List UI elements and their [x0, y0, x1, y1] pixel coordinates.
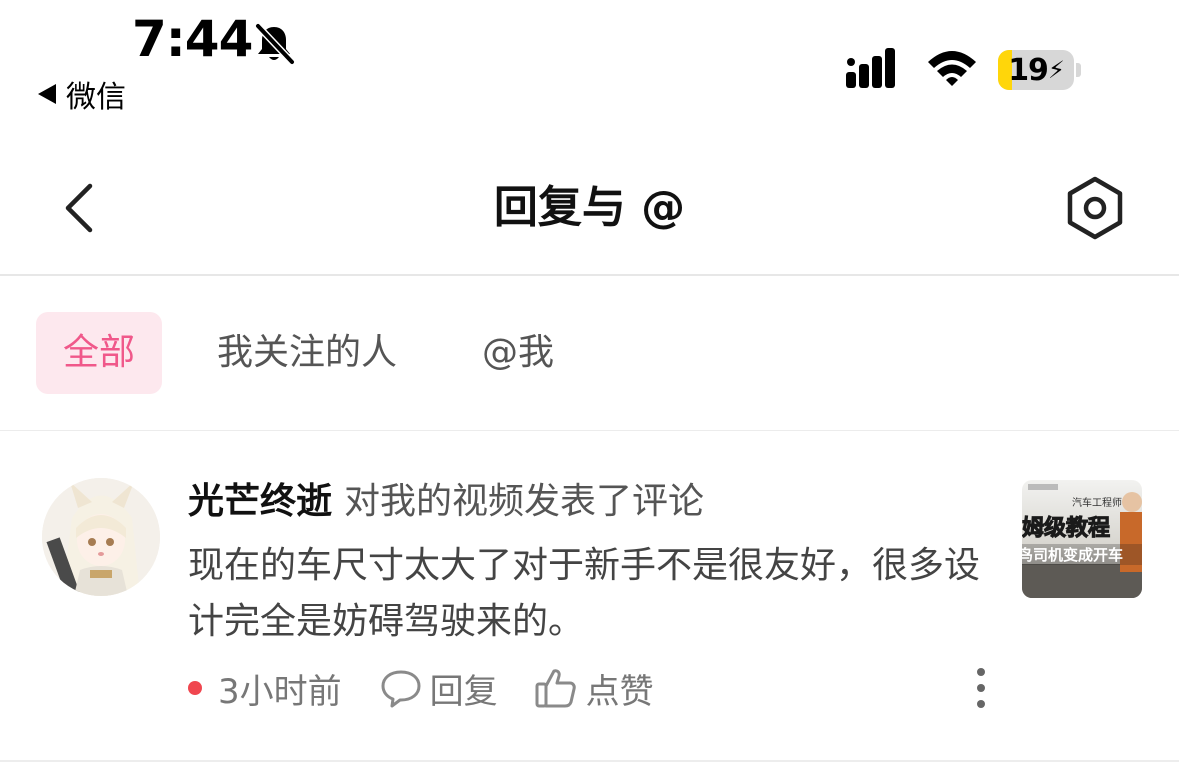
- back-to-app[interactable]: 微信: [38, 72, 126, 116]
- avatar[interactable]: [42, 478, 160, 596]
- settings-button[interactable]: [1064, 176, 1126, 240]
- nav-divider: [0, 274, 1179, 276]
- notification-action: 对我的视频发表了评论: [344, 481, 705, 522]
- unread-dot: [188, 681, 202, 695]
- more-options-button[interactable]: [968, 666, 994, 710]
- reply-button[interactable]: 回复: [380, 664, 498, 713]
- notification-header: 光芒终逝 对我的视频发表了评论: [188, 480, 704, 524]
- thumbnail-caption: 汽车工程师: [1072, 498, 1122, 509]
- reply-label: 回复: [429, 671, 498, 712]
- like-label: 点赞: [585, 671, 654, 712]
- list-divider: [0, 760, 1179, 762]
- tabs-divider: [0, 430, 1179, 431]
- bell-slash-icon: [252, 22, 296, 66]
- video-thumbnail[interactable]: 汽车工程师 姆级教程 鸟司机变成开车: [1022, 480, 1142, 598]
- signal-icon: [846, 48, 906, 90]
- wifi-icon: [926, 48, 978, 88]
- back-app-label: 微信: [66, 80, 126, 115]
- status-time: 7:44: [132, 10, 253, 68]
- chevron-left-icon: [65, 183, 93, 233]
- thumbs-up-icon: [535, 669, 576, 708]
- tab-mentions[interactable]: @我: [462, 312, 574, 394]
- tab-following[interactable]: 我关注的人: [196, 312, 418, 394]
- comment-meta: 3小时前 回复 点赞: [188, 664, 654, 712]
- comment-text[interactable]: 现在的车尺寸太大了对于新手不是很友好，很多设计完全是妨碍驾驶来的。: [188, 538, 988, 650]
- page-title: 回复与 @: [493, 182, 686, 233]
- username[interactable]: 光芒终逝: [188, 481, 332, 522]
- battery-charging-icon: 19 ⚡: [998, 50, 1082, 90]
- tab-all[interactable]: 全部: [36, 312, 162, 394]
- thumbnail-subtitle: 鸟司机变成开车: [1022, 544, 1142, 565]
- battery-level: 19: [1008, 52, 1049, 88]
- back-button[interactable]: [60, 180, 104, 236]
- comment-time: 3小时前: [218, 671, 342, 712]
- thumbnail-headline: 姆级教程: [1022, 516, 1111, 542]
- hexagon-settings-icon: [1067, 176, 1123, 240]
- like-button[interactable]: 点赞: [534, 664, 654, 713]
- back-triangle-icon: [38, 84, 56, 104]
- vertical-dots-icon: [977, 668, 985, 708]
- speech-bubble-icon: [381, 670, 421, 708]
